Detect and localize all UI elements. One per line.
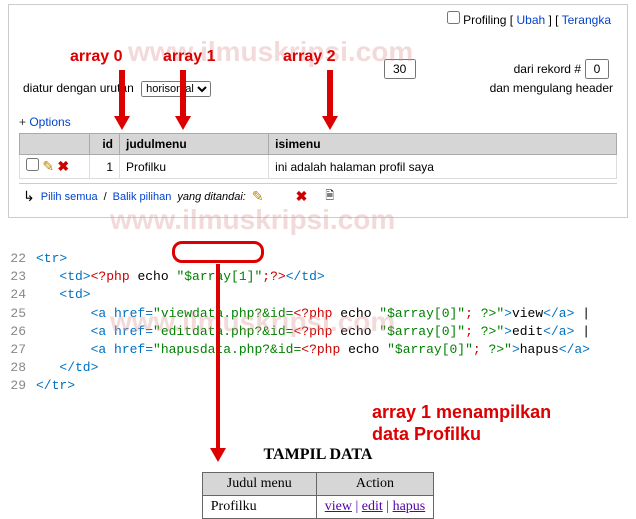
cell-judul: Profilku: [120, 155, 269, 179]
out-col-judul: Judul menu: [202, 472, 316, 495]
edit-icon[interactable]: ✎: [42, 158, 54, 174]
cell-id: 1: [90, 155, 120, 179]
ubah-link[interactable]: Ubah: [516, 13, 545, 27]
code-block: 22<tr> 23 <td><?php echo "$array[1]";?><…: [8, 250, 628, 396]
table-row: ✎ ✖ 1 Profilku ini adalah halaman profil…: [20, 155, 617, 179]
rows-input[interactable]: [384, 59, 416, 79]
out-col-action: Action: [316, 472, 434, 495]
select-actions-row: ↳ Pilih semua / Balik pilihan yang ditan…: [19, 183, 617, 209]
output-table: Judul menu Action Profilku view | edit |…: [202, 472, 434, 519]
delete-selected-icon[interactable]: ✖: [296, 188, 308, 205]
annotation-array2: array 2: [283, 48, 336, 66]
data-table: id judulmenu isimenu ✎ ✖ 1 Profilku ini …: [19, 133, 617, 179]
row-tools: ✎ ✖: [20, 155, 90, 179]
out-hapus-link[interactable]: hapus: [393, 499, 426, 514]
out-edit-link[interactable]: edit: [362, 499, 383, 514]
terangka-link[interactable]: Terangka: [562, 13, 611, 27]
circle-annotation: [172, 241, 264, 263]
edit-selected-icon[interactable]: ✎: [252, 188, 264, 205]
annotation-array0: array 0: [70, 48, 123, 66]
output-header-row: Judul menu Action: [202, 472, 433, 495]
order-select[interactable]: horisontal: [141, 81, 211, 97]
options-link[interactable]: Options: [19, 113, 617, 131]
dari-rekord-label: dari rekord #: [514, 62, 581, 76]
profiling-checkbox[interactable]: [447, 11, 460, 24]
table-header-row: id judulmenu isimenu: [20, 134, 617, 155]
layout-controls: diatur dengan urutan horisontal dan meng…: [19, 81, 617, 103]
arrow-up-icon: ↳: [23, 188, 35, 205]
yang-ditandai-label: yang ditandai:: [177, 191, 246, 203]
mengulang-label: dan mengulang header: [490, 81, 613, 95]
annotation-right: array 1 menampilkan data Profilku: [372, 402, 551, 445]
profiling-label: Profiling: [463, 13, 506, 27]
balik-pilihan-link[interactable]: Balik pilihan: [113, 191, 172, 203]
tools-header: [20, 134, 90, 155]
col-isimenu[interactable]: isimenu: [269, 134, 617, 155]
col-judulmenu[interactable]: judulmenu: [120, 134, 269, 155]
annotation-array1: array 1: [163, 48, 216, 66]
diatur-label: diatur dengan urutan: [23, 81, 134, 95]
export-icon[interactable]: 🗎: [325, 187, 334, 206]
pilih-semua-link[interactable]: Pilih semua: [41, 191, 98, 203]
profiling-row: Profiling [ Ubah ] [ Terangka: [19, 9, 617, 29]
col-id[interactable]: id: [90, 134, 120, 155]
row-checkbox[interactable]: [26, 158, 39, 171]
cell-isi: ini adalah halaman profil saya: [269, 155, 617, 179]
start-input[interactable]: [585, 59, 609, 79]
output-block: TAMPIL DATA Judul menu Action Profilku v…: [0, 446, 636, 519]
phpmyadmin-panel: Profiling [ Ubah ] [ Terangka dari rekor…: [8, 4, 628, 218]
output-title: TAMPIL DATA: [0, 446, 636, 464]
out-view-link[interactable]: view: [325, 499, 352, 514]
delete-icon[interactable]: ✖: [57, 158, 69, 174]
